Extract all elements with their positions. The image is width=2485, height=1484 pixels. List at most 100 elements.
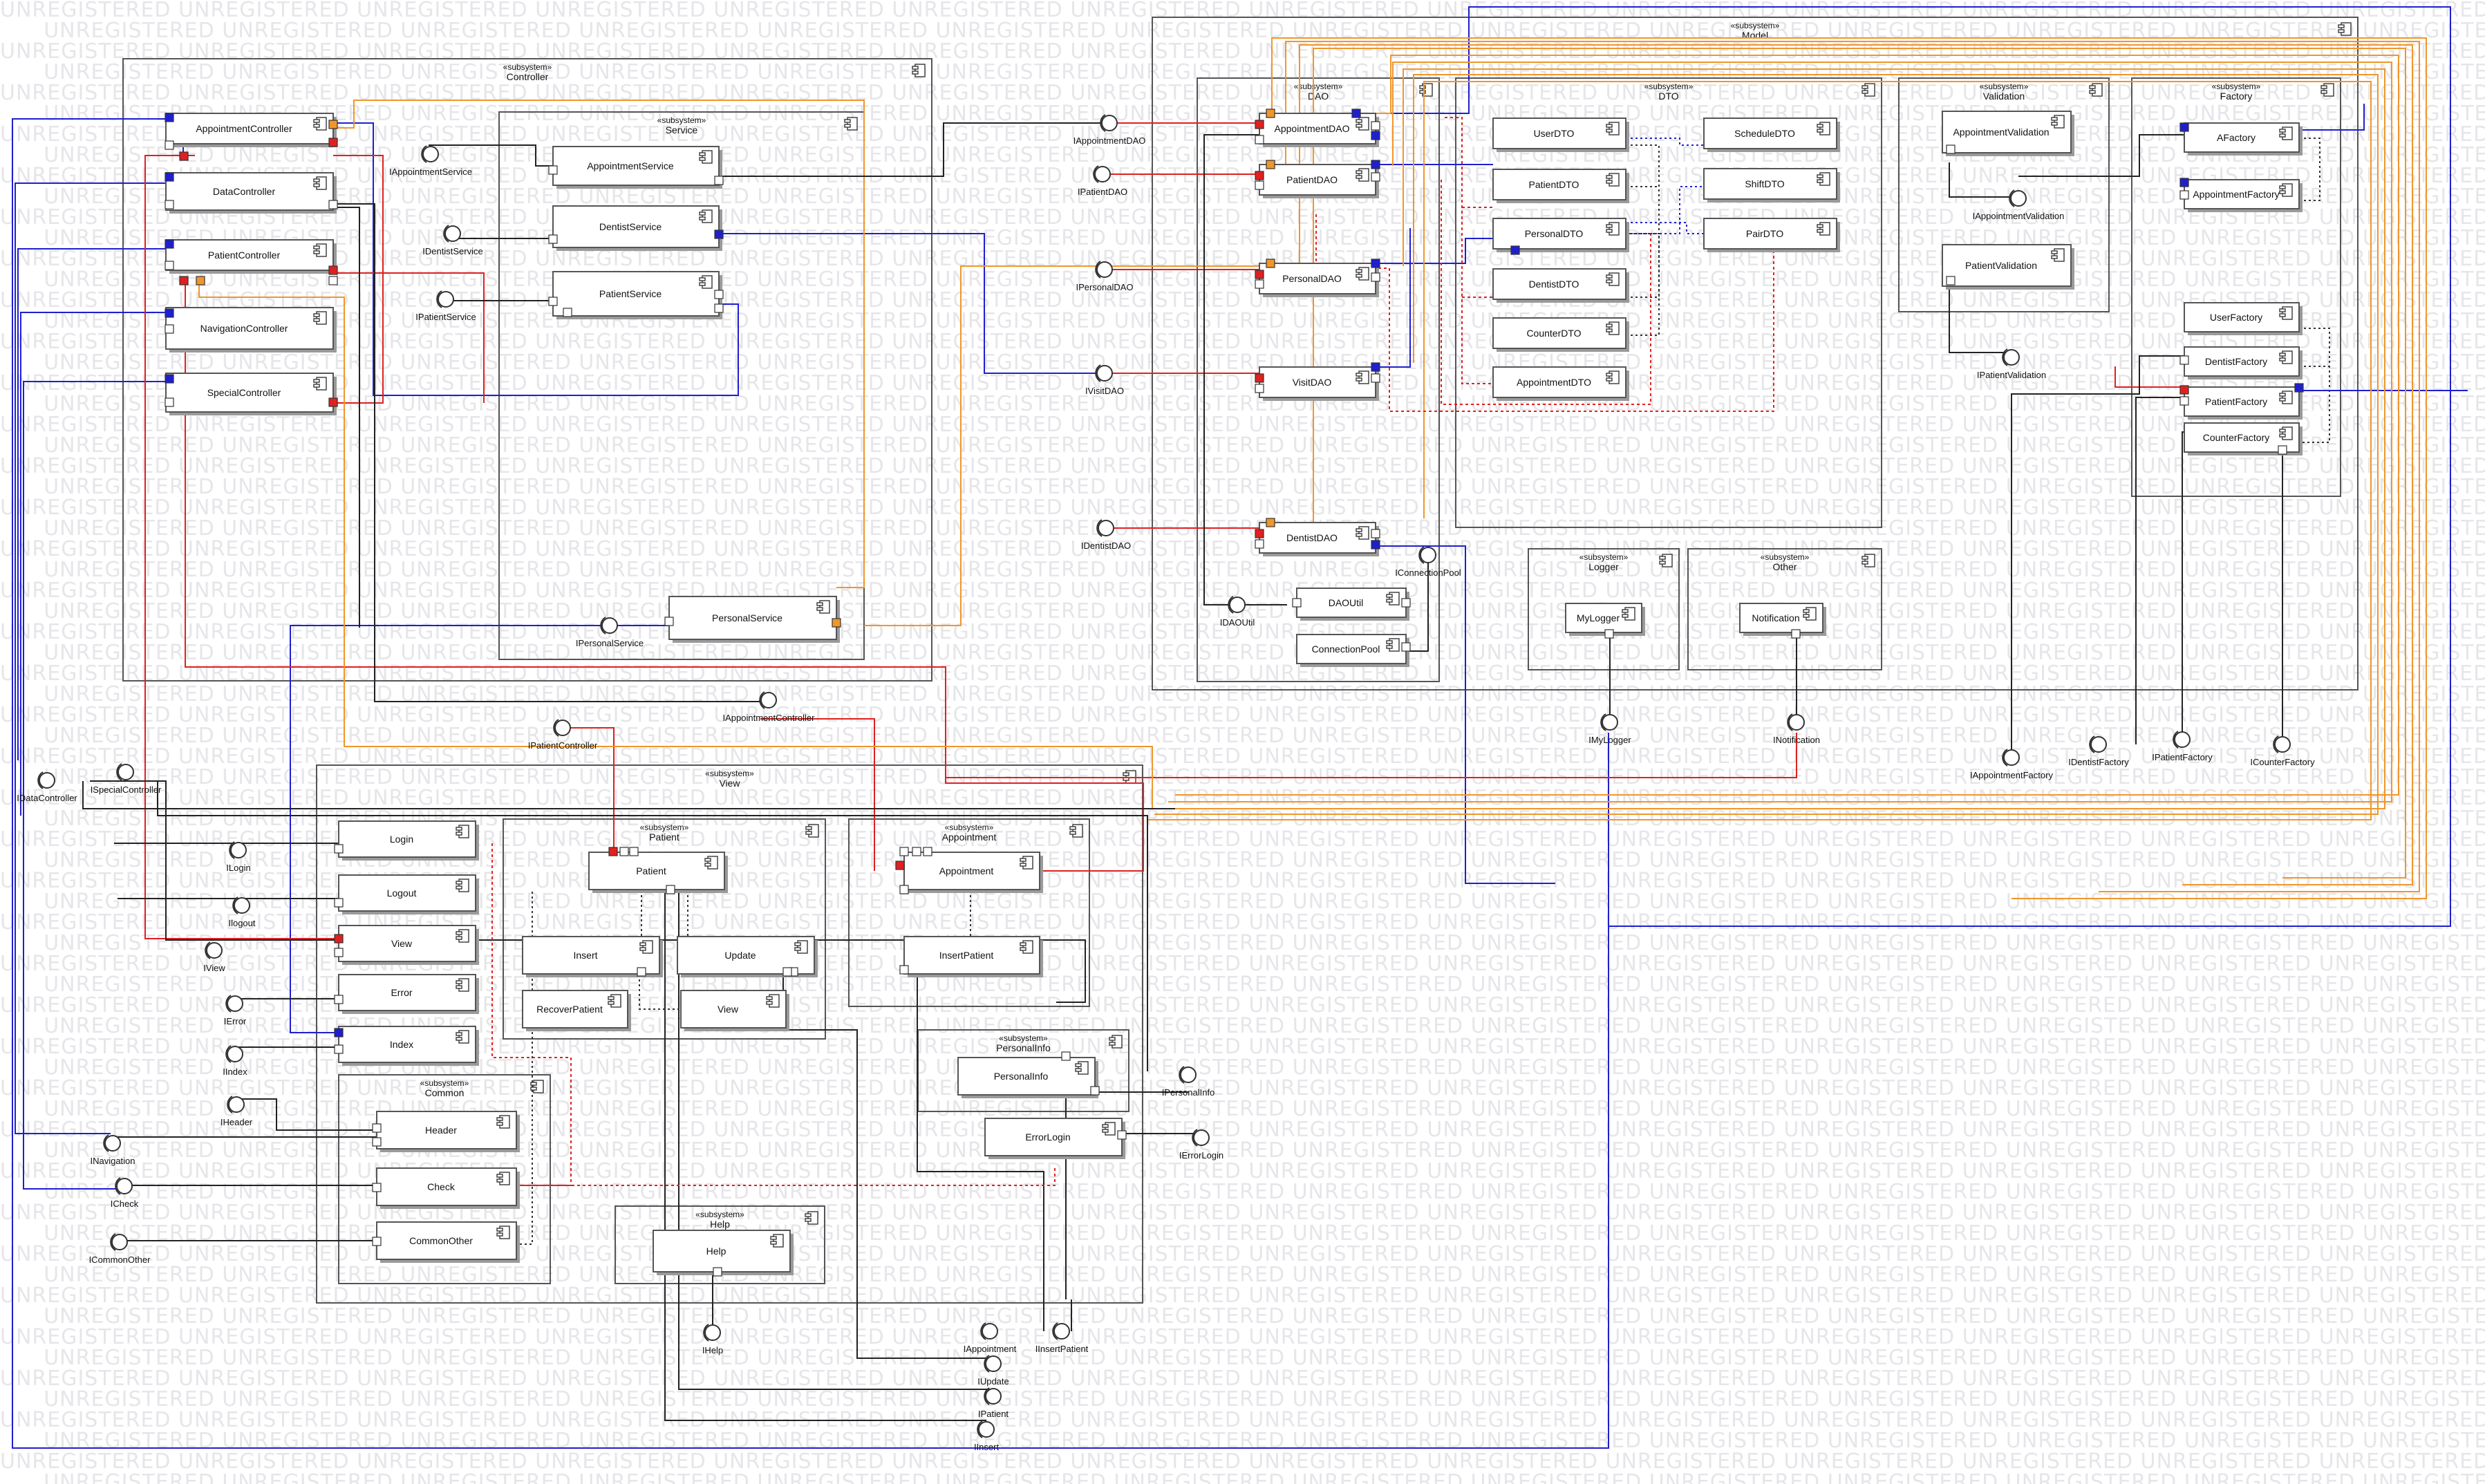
interface-ispecialcontroller[interactable]: ISpecialController <box>91 763 162 795</box>
component-dentist-service[interactable]: DentistService <box>552 205 722 251</box>
component-personal-info[interactable]: PersonalInfo <box>957 1057 1098 1098</box>
component-user-dto[interactable]: UserDTO <box>1492 118 1629 152</box>
interface-iappointmentvalidation[interactable]: IAppointmentValidation <box>1973 189 2065 221</box>
component-check[interactable]: Check <box>376 1167 520 1209</box>
interface-imylogger[interactable]: IMyLogger <box>1588 713 1631 745</box>
interface-label: ICommonOther <box>89 1255 151 1265</box>
component-user-factory[interactable]: UserFactory <box>2184 302 2303 335</box>
component-personal-dao[interactable]: PersonalDAO <box>1259 263 1379 297</box>
component-appointment-dto[interactable]: AppointmentDTO <box>1492 366 1629 401</box>
connector <box>1626 234 1660 336</box>
component-patient-page[interactable]: Patient <box>588 852 728 893</box>
interface-ilogin[interactable]: ILogin <box>226 841 251 873</box>
component-header[interactable]: Header <box>376 1111 520 1152</box>
interface-ipatientcontroller[interactable]: IPatientController <box>528 719 598 751</box>
interface-ipatientfactory[interactable]: IPatientFactory <box>2152 731 2213 762</box>
interface-ipersonalservice[interactable]: IPersonalService <box>576 617 644 648</box>
component-name: Appointment <box>939 865 994 876</box>
interface-iappointmentdao[interactable]: IAppointmentDAO <box>1073 114 1146 146</box>
component-dentist-factory[interactable]: DentistFactory <box>2184 346 2303 379</box>
component-data-controller[interactable]: DataController <box>165 172 337 214</box>
interface-ipatientvalidation[interactable]: IPatientValidation <box>1977 348 2046 380</box>
component-insert-patient[interactable]: InsertPatient <box>903 936 1043 977</box>
component-patient-service[interactable]: PatientService <box>552 271 722 319</box>
interface-icommonother[interactable]: ICommonOther <box>89 1233 151 1265</box>
interface-icheck[interactable]: ICheck <box>111 1177 139 1209</box>
component-appointment-dao[interactable]: AppointmentDAO <box>1259 113 1379 147</box>
component-notification[interactable]: Notification <box>1739 603 1826 636</box>
component-visit-dao[interactable]: VisitDAO <box>1259 366 1379 401</box>
component-personal-service[interactable]: PersonalService <box>668 596 840 643</box>
component-patient-view[interactable]: View <box>680 990 789 1031</box>
port <box>629 847 639 856</box>
port <box>1946 276 1956 285</box>
component-dao-util[interactable]: DAOUtil <box>1296 588 1409 621</box>
component-dentist-dao[interactable]: DentistDAO <box>1259 522 1379 556</box>
interface-ilogout[interactable]: Ilogout <box>228 896 256 928</box>
component-name: PersonalService <box>712 612 782 623</box>
interface-iindex[interactable]: IIndex <box>223 1045 247 1077</box>
interface-iappointmentfactory[interactable]: IAppointmentFactory <box>1970 749 2053 780</box>
component-view-page[interactable]: View <box>338 925 479 965</box>
component-help-page[interactable]: Help <box>653 1230 794 1275</box>
component-index[interactable]: Index <box>338 1026 479 1066</box>
interface-identistfactory[interactable]: IDentistFactory <box>2068 735 2129 767</box>
interface-iview[interactable]: IView <box>203 941 225 973</box>
interface-idatacontroller[interactable]: IDataController <box>17 771 77 803</box>
component-name: VisitDAO <box>1293 377 1332 388</box>
interface-ipatient[interactable]: IPatient <box>978 1387 1009 1419</box>
component-special-controller[interactable]: SpecialController <box>165 373 337 415</box>
interface-iappointmentcontroller[interactable]: IAppointmentController <box>723 691 816 723</box>
component-appointment-factory[interactable]: AppointmentFactory <box>2184 179 2303 212</box>
component-counter-dto[interactable]: CounterDTO <box>1492 317 1629 352</box>
component-patient-controller[interactable]: PatientController <box>165 239 337 274</box>
component-patient-dao[interactable]: PatientDAO <box>1259 164 1379 198</box>
component-logout[interactable]: Logout <box>338 874 479 914</box>
component-dentist-dto[interactable]: DentistDTO <box>1492 268 1629 303</box>
component-name: SpecialController <box>207 387 281 398</box>
interface-label: IPatientController <box>528 740 598 751</box>
component-common-other[interactable]: CommonOther <box>376 1221 520 1263</box>
interface-label: INavigation <box>90 1156 135 1166</box>
component-appointment-page[interactable]: Appointment <box>903 852 1043 893</box>
connector <box>1949 162 2018 198</box>
interface-iupdate[interactable]: IUpdate <box>977 1355 1009 1387</box>
component-navigation-controller[interactable]: NavigationController <box>165 307 337 353</box>
interface-iinsert[interactable]: IInsert <box>974 1420 1000 1452</box>
interface-ivisitdao[interactable]: IVisitDAO <box>1085 364 1124 396</box>
interface-iappointmentservice[interactable]: IAppointmentService <box>389 145 472 177</box>
interface-ipatientdao[interactable]: IPatientDAO <box>1078 165 1127 197</box>
interface-ipersonalinfo[interactable]: IPersonalInfo <box>1162 1066 1215 1098</box>
component-pair-dto[interactable]: PairDTO <box>1703 218 1840 252</box>
interface-iappointment[interactable]: IAppointment <box>964 1322 1017 1354</box>
component-error[interactable]: Error <box>338 974 479 1014</box>
component-afactory[interactable]: AFactory <box>2184 122 2303 156</box>
component-appointment-service[interactable]: AppointmentService <box>552 146 722 189</box>
interface-idaoutil[interactable]: IDAOUtil <box>1220 596 1255 628</box>
component-shift-dto[interactable]: ShiftDTO <box>1703 168 1840 203</box>
interface-identistdao[interactable]: IDentistDAO <box>1081 519 1131 551</box>
component-appointment-controller[interactable]: AppointmentController <box>165 113 337 147</box>
component-appointment-validation[interactable]: AppointmentValidation <box>1942 111 2074 156</box>
component-recover-patient[interactable]: RecoverPatient <box>522 990 631 1031</box>
connector <box>1445 117 1493 384</box>
component-patient-dto[interactable]: PatientDTO <box>1492 169 1629 203</box>
interface-label: IPersonalService <box>576 638 644 648</box>
interface-ihelp[interactable]: IHelp <box>702 1324 723 1355</box>
interface-iconnectionpool[interactable]: IConnectionPool <box>1395 546 1461 578</box>
component-name: View <box>718 1004 739 1015</box>
interface-icounterfactory[interactable]: ICounterFactory <box>2250 735 2315 767</box>
component-error-login[interactable]: ErrorLogin <box>984 1118 1125 1159</box>
component-patient-factory[interactable]: PatientFactory <box>2184 386 2303 420</box>
port <box>1255 539 1264 549</box>
interface-inavigation[interactable]: INavigation <box>90 1134 135 1166</box>
interface-inotification[interactable]: INotification <box>1773 713 1820 745</box>
component-login[interactable]: Login <box>338 820 479 861</box>
component-schedule-dto[interactable]: ScheduleDTO <box>1703 118 1840 152</box>
interface-iheader[interactable]: IHeader <box>221 1096 253 1127</box>
interface-ierror[interactable]: IError <box>224 995 247 1026</box>
interface-identistservice[interactable]: IDentistService <box>422 225 483 256</box>
component-patient-validation[interactable]: PatientValidation <box>1942 244 2074 290</box>
component-connection-pool[interactable]: ConnectionPool <box>1296 634 1409 667</box>
interface-ipatientservice[interactable]: IPatientService <box>415 290 476 322</box>
